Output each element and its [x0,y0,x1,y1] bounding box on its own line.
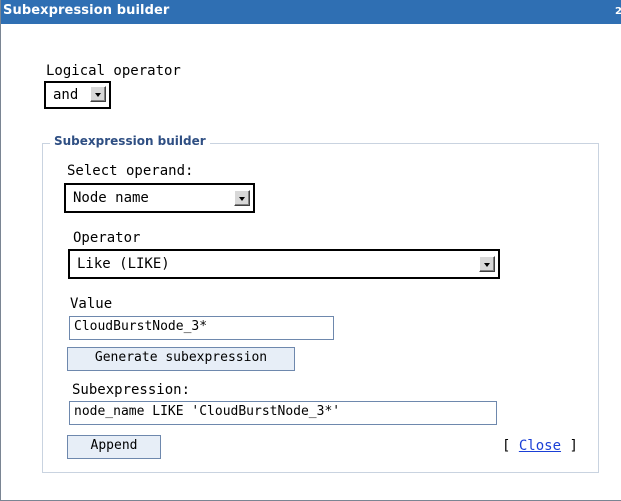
title-bar-edge-glyph: 2 [615,6,621,17]
subexpression-input[interactable]: node_name LIKE 'CloudBurstNode_3*' [69,401,497,425]
dropdown-arrow-icon[interactable] [234,190,250,206]
operand-select[interactable]: Node name [64,183,255,213]
close-link[interactable]: Close [519,438,561,454]
group-legend: Subexpression builder [50,134,210,148]
window-title: Subexpression builder [3,3,170,18]
select-operand-label: Select operand: [67,163,194,179]
operand-value: Node name [73,190,149,206]
close-close-bracket: ] [561,438,578,454]
logical-operator-label: Logical operator [46,63,181,79]
operator-label: Operator [73,230,141,246]
logical-operator-select[interactable]: and [44,81,111,109]
logical-operator-value: and [53,87,79,103]
subexpression-builder-window: Subexpression builder 2 Logical operator… [0,0,621,501]
dropdown-arrow-icon[interactable] [479,256,495,272]
append-button[interactable]: Append [67,435,161,459]
dropdown-arrow-icon[interactable] [90,86,106,102]
operator-select[interactable]: Like (LIKE) [68,249,500,279]
close-open-bracket: [ [502,438,519,454]
value-input[interactable]: CloudBurstNode_3* [69,316,334,340]
close-link-container: [ Close ] [502,438,578,454]
title-bar: Subexpression builder 2 [1,0,621,24]
generate-subexpression-button[interactable]: Generate subexpression [67,347,295,371]
subexpression-label: Subexpression: [72,382,191,398]
operator-value: Like (LIKE) [77,256,170,272]
value-label: Value [70,296,113,312]
